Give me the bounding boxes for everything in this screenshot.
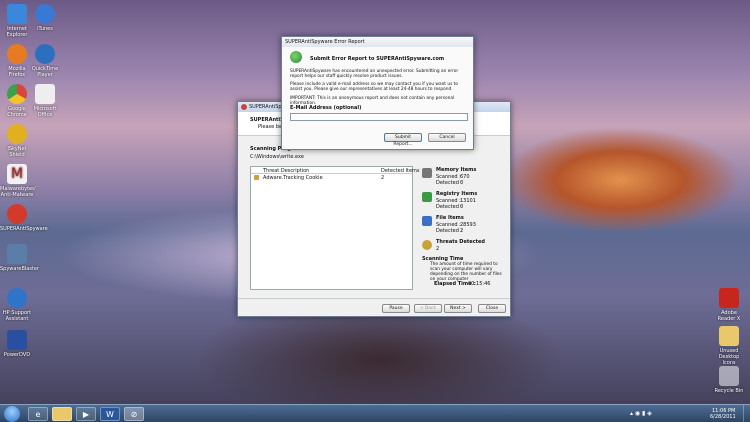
show-desktop-button[interactable] [743,405,750,422]
itunes-icon [35,4,55,24]
taskbar-word-icon[interactable]: W [100,407,120,421]
desktop-icon-recycle-bin[interactable]: Recycle Bin [712,366,746,394]
elapsed-time-value: 00:15:46 [468,281,491,287]
desktop-icon-shield[interactable]: iSkyNet Shield [0,124,34,158]
file-detected-value: 2 [460,228,464,234]
registry-items-title: Registry Items [436,191,478,197]
pause-button[interactable]: Pause [382,304,410,313]
registry-detected-value: 0 [460,204,464,210]
threats-detected: Threats Detected 2 [420,238,508,254]
malwarebytes-icon: M [7,164,27,184]
desktop-icon-unused[interactable]: Unused Desktop Icons [712,326,746,366]
next-button[interactable]: Next > [444,304,472,313]
table-header: Threat Description Detected Items [251,167,420,174]
email-label: E-Mail Address (optional) [290,105,362,111]
report-logo-icon [290,51,302,63]
threats-detected-count: 2 [436,246,440,252]
taskbar-media-player-icon[interactable]: ▶ [76,407,96,421]
table-row[interactable]: Adware.Tracking Cookie 2 [251,174,412,181]
threat-name: Adware.Tracking Cookie [263,175,323,181]
scan-path: C:\Windows\write.exe [250,154,304,160]
adobe-reader-icon [719,288,739,308]
error-report-dialog: SUPERAntiSpyware Error Report Submit Err… [281,36,474,150]
stats-panel: Memory Items Scanned : 670 Detected : 0 … [420,166,508,290]
submit-report-button[interactable]: Submit Report... [384,133,422,147]
file-items-title: File Items [436,215,464,221]
dialog-title: SUPERAntiSpyware Error Report [285,39,365,45]
desktop-icon-powerdvd[interactable]: PowerDVD [0,330,34,358]
registry-icon [422,192,432,202]
desktop-icon-itunes[interactable]: iTunes [28,4,62,32]
close-button[interactable]: Close [478,304,506,313]
file-stats: File Items Scanned : 28593 Detected : 2 [420,214,508,236]
memory-icon [422,168,432,178]
threat-icon [422,240,432,250]
dialog-title-bar: SUPERAntiSpyware Error Report [282,37,473,47]
memory-detected-label: Detected : [436,180,463,186]
folder-icon [719,326,739,346]
dialog-heading: Submit Error Report to SUPERAntiSpyware.… [310,56,445,62]
file-detected-label: Detected : [436,228,463,234]
firefox-icon [7,44,27,64]
threat-table[interactable]: Threat Description Detected Items Adware… [250,166,420,290]
taskbar-superantispyware-icon[interactable]: ⊘ [124,407,144,421]
cancel-button[interactable]: Cancel [428,133,466,142]
threat-count: 2 [381,175,385,181]
hp-support-icon [7,288,27,308]
desktop-icon-superantispyware[interactable]: SUPERAntiSpyware [0,204,48,232]
memory-stats: Memory Items Scanned : 670 Detected : 0 [420,166,508,188]
dialog-paragraph-2: Please include a valid e-mail address so… [290,82,459,92]
system-tray: ▴ ◉ ▮ ◈ [630,408,715,420]
powerdvd-icon [7,330,27,350]
dialog-paragraph-1: SUPERAntiSpyware has encountered an unex… [290,69,459,79]
quicktime-icon [35,44,55,64]
spywareblaster-icon [7,244,27,264]
scanning-time: Scanning Time The amount of time require… [420,256,508,290]
back-button[interactable]: < Back [414,304,442,313]
memory-items-title: Memory Items [436,167,477,173]
desktop-icon-quicktime[interactable]: QuickTime Player [28,44,62,78]
clock-date[interactable]: 6/28/2011 [710,414,736,420]
desktop-icon-malwarebytes[interactable]: M Malwarebytes' Anti-Malware [0,164,36,198]
taskbar-ie-icon[interactable]: e [28,407,48,421]
registry-detected-label: Detected : [436,204,463,210]
shield-icon [7,124,27,144]
bottom-bar: Pause < Back Next > Close [238,298,510,316]
desktop-icon-spywareblaster[interactable]: SpywareBlaster [0,244,39,272]
email-field[interactable] [290,113,468,121]
desktop-icon-adobe-reader[interactable]: Adobe Reader X [712,288,746,322]
scanning-time-text: The amount of time required to scan your… [430,262,502,282]
file-icon [422,216,432,226]
office-icon [35,84,55,104]
threats-detected-title: Threats Detected [436,239,485,245]
start-button[interactable] [4,406,20,422]
taskbar-explorer-icon[interactable] [52,407,72,421]
chrome-icon [7,84,27,104]
recycle-bin-icon [719,366,739,386]
taskbar: e ▶ W ⊘ ▴ ◉ ▮ ◈ 11:06 PM 6/28/2011 [0,404,750,422]
memory-detected-value: 0 [460,180,464,186]
internet-explorer-icon [7,4,27,24]
superantispyware-icon [7,204,27,224]
tray-icons[interactable]: ▴ ◉ ▮ ◈ [630,410,652,417]
desktop-icon-hp-support[interactable]: HP Support Assistant [0,288,34,322]
app-logo-icon [241,104,247,110]
cookie-icon [254,175,259,180]
desktop-icon-office[interactable]: Microsoft Office [28,84,62,118]
registry-stats: Registry Items Scanned : 13101 Detected … [420,190,508,212]
